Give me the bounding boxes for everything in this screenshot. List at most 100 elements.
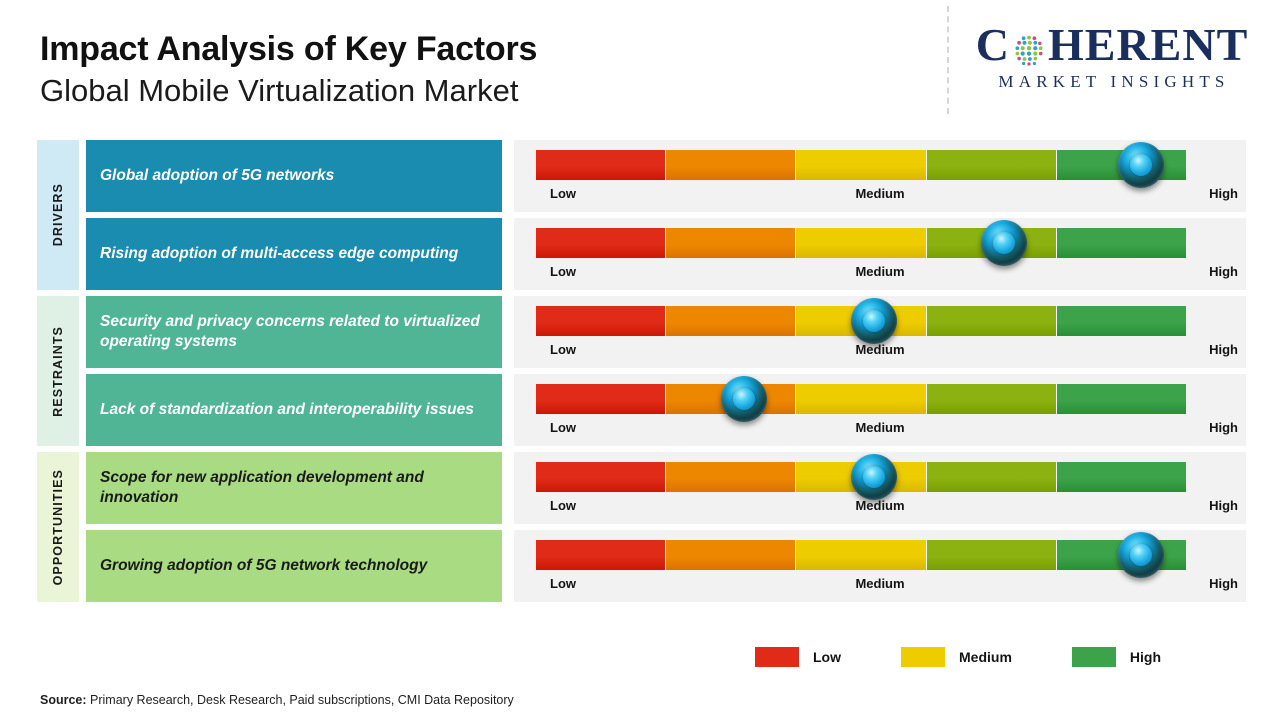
category-label-text: RESTRAINTS xyxy=(51,325,65,417)
gauge-segment-5 xyxy=(1056,150,1187,180)
factor-box: Security and privacy concerns related to… xyxy=(86,296,502,368)
gauge-segment-2 xyxy=(666,150,797,180)
gauge-scale: Low Medium High xyxy=(514,420,1246,442)
gauge-scale: Low Medium High xyxy=(514,342,1246,364)
scale-label-high: High xyxy=(1209,420,1238,435)
legend-label: Low xyxy=(813,649,841,665)
logo-letters-herent: HERENT xyxy=(1047,19,1249,70)
category-label-text: OPPORTUNITIES xyxy=(51,468,65,586)
legend-item: Low xyxy=(755,647,841,667)
factor-box: Lack of standardization and interoperabi… xyxy=(86,374,502,446)
gauge-segment-2 xyxy=(666,228,797,258)
impact-gauge: Low Medium High xyxy=(514,218,1246,290)
source-note: Source: Primary Research, Desk Research,… xyxy=(40,693,514,707)
factor-text: Growing adoption of 5G network technolog… xyxy=(100,556,428,574)
scale-label-high: High xyxy=(1209,498,1238,513)
logo-letter-c: C xyxy=(975,19,1010,70)
gauge-scale: Low Medium High xyxy=(514,576,1246,598)
legend-item: Medium xyxy=(901,647,1012,667)
scale-label-medium: Medium xyxy=(855,186,905,201)
gauge-segment-2 xyxy=(666,462,797,492)
category-label-text: DRIVERS xyxy=(51,183,65,247)
legend-swatch-high xyxy=(1071,647,1116,667)
gauge-segment-4 xyxy=(926,462,1057,492)
scale-label-medium: Medium xyxy=(855,264,905,279)
gauge-segment-4 xyxy=(926,228,1057,258)
gauge-segment-5 xyxy=(1056,540,1187,570)
legend-item: High xyxy=(1071,647,1161,667)
impact-gauge: Low Medium High xyxy=(514,452,1246,524)
scale-label-medium: Medium xyxy=(855,342,905,357)
scale-label-high: High xyxy=(1209,264,1238,279)
legend-label: High xyxy=(1129,649,1161,665)
logo-tagline: MARKET INSIGHTS xyxy=(998,72,1230,91)
category-label-opportunities: OPPORTUNITIES xyxy=(37,452,79,602)
legend-label: Medium xyxy=(959,649,1012,665)
coherent-market-insights-logo: C HERENT MARKET INSIGHTS xyxy=(962,22,1262,92)
gauge-bar xyxy=(536,462,1187,492)
gauge-segment-3 xyxy=(796,462,927,492)
impact-gauge: Low Medium High xyxy=(514,296,1246,368)
logo-wordmark: C HERENT xyxy=(962,22,1262,68)
factor-box: Scope for new application development an… xyxy=(86,452,502,524)
gauge-segment-3 xyxy=(796,540,927,570)
scale-label-medium: Medium xyxy=(855,576,905,591)
gauge-segment-4 xyxy=(926,540,1057,570)
scale-label-medium: Medium xyxy=(855,498,905,513)
factor-box: Growing adoption of 5G network technolog… xyxy=(86,530,502,602)
impact-gauge: Low Medium High xyxy=(514,374,1246,446)
gauge-segment-5 xyxy=(1056,228,1187,258)
gauge-segment-4 xyxy=(926,150,1057,180)
gauge-segment-3 xyxy=(796,384,927,414)
factor-box: Rising adoption of multi-access edge com… xyxy=(86,218,502,290)
category-label-drivers: DRIVERS xyxy=(37,140,79,290)
legend-swatch-low xyxy=(755,647,799,667)
gauge-segment-5 xyxy=(1056,462,1187,492)
factor-text: Lack of standardization and interoperabi… xyxy=(100,400,474,418)
gauge-segment-5 xyxy=(1056,306,1187,336)
gauge-segment-1 xyxy=(536,540,667,570)
scale-label-high: High xyxy=(1209,186,1238,201)
gauge-bar xyxy=(536,384,1187,414)
gauge-segment-1 xyxy=(536,228,667,258)
gauge-segment-4 xyxy=(926,306,1057,336)
gauge-bar xyxy=(536,150,1187,180)
gauge-segment-2 xyxy=(666,306,797,336)
scale-label-high: High xyxy=(1209,342,1238,357)
title-block: Impact Analysis of Key Factors Global Mo… xyxy=(40,30,537,109)
gauge-scale: Low Medium High xyxy=(514,264,1246,286)
legend-swatch-medium xyxy=(901,647,945,667)
header-dashed-divider xyxy=(947,6,949,114)
source-text: Primary Research, Desk Research, Paid su… xyxy=(86,693,514,707)
impact-gauge: Low Medium High xyxy=(514,530,1246,602)
gauge-segment-1 xyxy=(536,306,667,336)
gauge-segment-5 xyxy=(1056,384,1187,414)
gauge-segment-3 xyxy=(796,150,927,180)
gauge-segment-3 xyxy=(796,228,927,258)
gauge-bar xyxy=(536,228,1187,258)
factor-text: Global adoption of 5G networks xyxy=(100,166,335,184)
gauge-segment-1 xyxy=(536,150,667,180)
gauge-segment-3 xyxy=(796,306,927,336)
infographic-page: Impact Analysis of Key Factors Global Mo… xyxy=(0,0,1280,720)
page-title: Impact Analysis of Key Factors xyxy=(40,30,538,68)
globe-dot-sphere-icon xyxy=(1011,30,1047,66)
gauge-segment-1 xyxy=(536,384,667,414)
gauge-segment-4 xyxy=(926,384,1057,414)
gauge-segment-2 xyxy=(666,384,797,414)
gauge-scale: Low Medium High xyxy=(514,498,1246,520)
gauge-scale: Low Medium High xyxy=(514,186,1246,208)
impact-gauge: Low Medium High xyxy=(514,140,1246,212)
gauge-segment-1 xyxy=(536,462,667,492)
factor-text: Rising adoption of multi-access edge com… xyxy=(100,244,459,262)
scale-label-high: High xyxy=(1209,576,1238,591)
page-subtitle: Global Mobile Virtualization Market xyxy=(40,73,519,109)
gauge-bar xyxy=(536,306,1187,336)
factor-text: Scope for new application development an… xyxy=(100,468,424,506)
factor-box: Global adoption of 5G networks xyxy=(86,140,502,212)
legend: Low Medium High xyxy=(755,645,1215,669)
source-label: Source: xyxy=(40,693,87,707)
category-label-restraints: RESTRAINTS xyxy=(37,296,79,446)
header: Impact Analysis of Key Factors Global Mo… xyxy=(0,0,1280,132)
gauge-segment-2 xyxy=(666,540,797,570)
